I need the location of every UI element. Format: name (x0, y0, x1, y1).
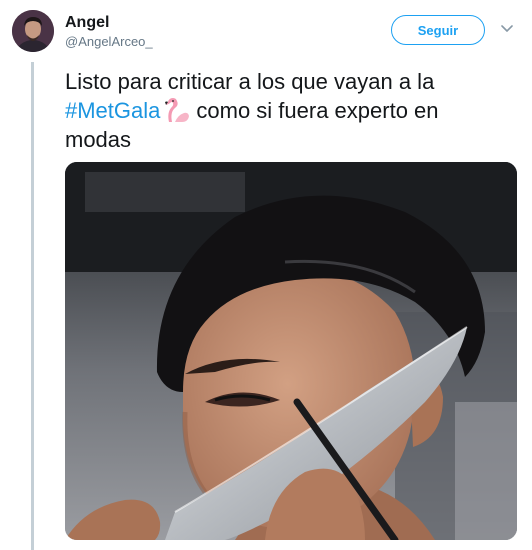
user-handle[interactable]: @AngelArceo_ (65, 33, 153, 50)
photo-illustration (65, 162, 517, 540)
tweet-text-line-1: Listo para criticar a los que vayan a la (65, 69, 435, 94)
thread-line (31, 62, 34, 550)
author-info: Angel @AngelArceo_ (65, 13, 153, 50)
display-name[interactable]: Angel (65, 13, 153, 33)
chevron-down-icon[interactable] (501, 24, 513, 34)
flamingo-emoji-icon (165, 98, 190, 122)
tweet-text-line-2-rest: como si fuera experto en (196, 98, 439, 123)
tweet-text-line-3: modas (65, 127, 132, 152)
tweet-text: Listo para criticar a los que vayan a la… (65, 67, 515, 154)
follow-button[interactable]: Seguir (391, 15, 485, 45)
avatar-image (12, 10, 54, 52)
hashtag-link[interactable]: #MetGala (65, 98, 160, 123)
tweet-media-photo[interactable] (65, 162, 517, 540)
avatar[interactable] (12, 10, 54, 52)
